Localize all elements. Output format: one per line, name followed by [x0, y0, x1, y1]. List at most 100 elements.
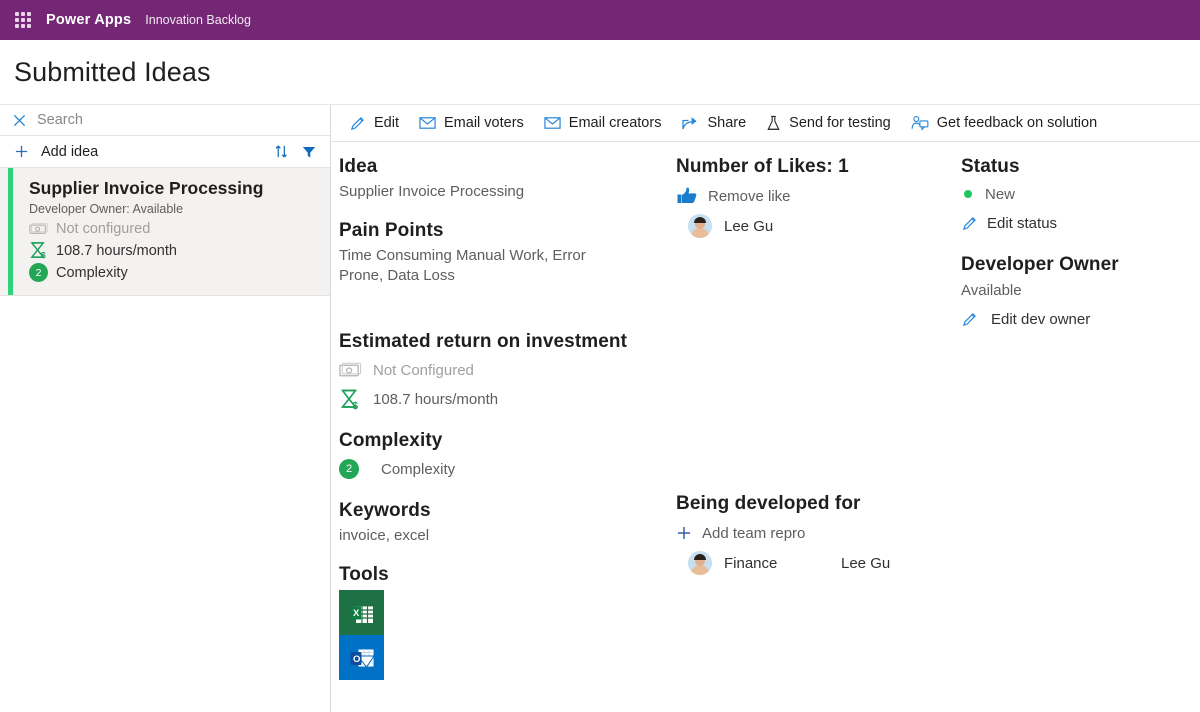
- search-input[interactable]: Search: [0, 105, 330, 136]
- idea-card-roi-hours: $ 108.7 hours/month: [29, 241, 318, 261]
- share-button[interactable]: Share: [671, 105, 756, 141]
- developed-for-heading: Being developed for: [676, 493, 861, 514]
- voter-name: Lee Gu: [724, 217, 774, 235]
- email-voters-button[interactable]: Email voters: [409, 105, 534, 141]
- detail-columns: Idea Supplier Invoice Processing Pain Po…: [331, 142, 1200, 712]
- excel-icon[interactable]: X: [339, 590, 384, 636]
- idea-card-subtitle: Developer Owner: Available: [29, 201, 184, 216]
- idea-value: Supplier Invoice Processing: [339, 183, 525, 200]
- email-creators-button[interactable]: Email creators: [534, 105, 672, 141]
- brand-label[interactable]: Power Apps: [46, 12, 131, 28]
- sort-icon[interactable]: [270, 141, 292, 163]
- share-label: Share: [707, 115, 747, 131]
- team-person-name: Lee Gu: [841, 554, 891, 572]
- edit-status-label: Edit status: [987, 214, 1058, 232]
- plus-icon: [678, 527, 690, 539]
- command-bar: Edit Email voters Email creators Share S…: [331, 105, 1200, 142]
- keywords-value: invoice, excel: [339, 527, 430, 545]
- edit-dev-owner-button[interactable]: Edit dev owner: [961, 307, 1200, 333]
- add-team-repro-label: Add team repro: [702, 524, 806, 542]
- complexity-label: Complexity: [381, 460, 456, 478]
- email-creators-label: Email creators: [568, 115, 662, 131]
- remove-like-button[interactable]: Remove like: [676, 184, 961, 208]
- money-icon: [339, 363, 362, 377]
- team-name: Finance: [724, 554, 778, 572]
- tools-heading: Tools: [339, 564, 389, 586]
- svg-text:$: $: [41, 250, 46, 260]
- pain-points-value: Time Consuming Manual Work, Error Prone,…: [339, 246, 586, 284]
- complexity-row: 2 Complexity: [339, 456, 676, 482]
- app-launcher-icon[interactable]: [10, 7, 36, 33]
- idea-card-roi-money-text: Not configured: [56, 220, 151, 237]
- get-feedback-button[interactable]: Get feedback on solution: [901, 105, 1107, 141]
- roi-money-text: Not Configured: [373, 361, 474, 379]
- idea-card-complexity-text: Complexity: [56, 264, 128, 281]
- edit-button[interactable]: Edit: [339, 105, 409, 141]
- table-row: Finance Lee Gu: [676, 551, 961, 575]
- top-app-bar: Power Apps Innovation Backlog: [0, 0, 1200, 40]
- roi-hours-row: $ 108.7 hours/month: [339, 386, 676, 412]
- complexity-badge: 2: [29, 263, 48, 283]
- pain-points-heading: Pain Points: [339, 219, 444, 241]
- main-split: Search Add idea Supplier Invoice Process…: [0, 105, 1200, 712]
- list-item[interactable]: Supplier Invoice Processing Developer Ow…: [0, 168, 330, 296]
- roi-money-row: Not Configured: [339, 357, 676, 383]
- edit-pencil-icon: [350, 116, 364, 130]
- search-placeholder: Search: [37, 112, 83, 128]
- edit-label: Edit: [374, 115, 399, 131]
- roi-hours-text: 108.7 hours/month: [373, 390, 499, 408]
- get-feedback-label: Get feedback on solution: [936, 115, 1098, 131]
- plus-icon[interactable]: [14, 144, 29, 159]
- status-heading: Status: [961, 156, 1020, 177]
- idea-card-roi-money: Not configured: [29, 219, 318, 239]
- money-icon: [29, 223, 48, 234]
- svg-text:X: X: [353, 608, 360, 619]
- hourglass-dollar-icon: $: [30, 242, 46, 260]
- hourglass-dollar-icon: $: [340, 389, 359, 410]
- page-title: Submitted Ideas: [14, 56, 211, 87]
- developer-owner-heading: Developer Owner: [961, 254, 1119, 275]
- idea-heading: Idea: [339, 156, 378, 177]
- share-icon: [682, 117, 698, 130]
- filter-icon[interactable]: [298, 141, 320, 163]
- edit-dev-owner-label: Edit dev owner: [991, 311, 1091, 329]
- flask-icon: [767, 115, 780, 130]
- keywords-heading: Keywords: [339, 500, 431, 522]
- edit-pencil-icon: [962, 313, 976, 327]
- close-icon[interactable]: [12, 113, 27, 128]
- complexity-badge: 2: [339, 459, 359, 480]
- app-name-label[interactable]: Innovation Backlog: [145, 13, 251, 27]
- detail-column-right: Status New Edit status Developer Owner A…: [961, 156, 1200, 712]
- complexity-heading: Complexity: [339, 430, 443, 452]
- outlook-icon[interactable]: O: [339, 635, 384, 681]
- likes-heading: Number of Likes: 1: [676, 156, 849, 177]
- email-voters-label: Email voters: [444, 115, 524, 131]
- developer-owner-value: Available: [961, 282, 1022, 299]
- page-title-band: Submitted Ideas: [0, 40, 1200, 105]
- feedback-person-icon: [911, 115, 929, 131]
- svg-text:$: $: [353, 401, 359, 410]
- idea-card-title: Supplier Invoice Processing: [29, 178, 264, 198]
- roi-heading: Estimated return on investment: [339, 331, 628, 353]
- record-detail-area: Edit Email voters Email creators Share S…: [331, 105, 1200, 712]
- card-accent-bar: [8, 168, 13, 295]
- idea-card-roi-hours-text: 108.7 hours/month: [56, 242, 177, 259]
- avatar: [688, 551, 712, 575]
- add-idea-button[interactable]: Add idea: [41, 144, 98, 160]
- mail-icon: [419, 117, 436, 129]
- mail-icon: [544, 117, 561, 129]
- svg-text:O: O: [353, 654, 360, 665]
- thumbs-up-icon: [677, 187, 697, 203]
- send-for-testing-button[interactable]: Send for testing: [756, 105, 901, 141]
- add-team-repro-button[interactable]: Add team repro: [676, 521, 961, 545]
- ideas-list-panel: Search Add idea Supplier Invoice Process…: [0, 105, 331, 712]
- edit-status-button[interactable]: Edit status: [961, 210, 1200, 236]
- status-dot-icon: [964, 190, 972, 198]
